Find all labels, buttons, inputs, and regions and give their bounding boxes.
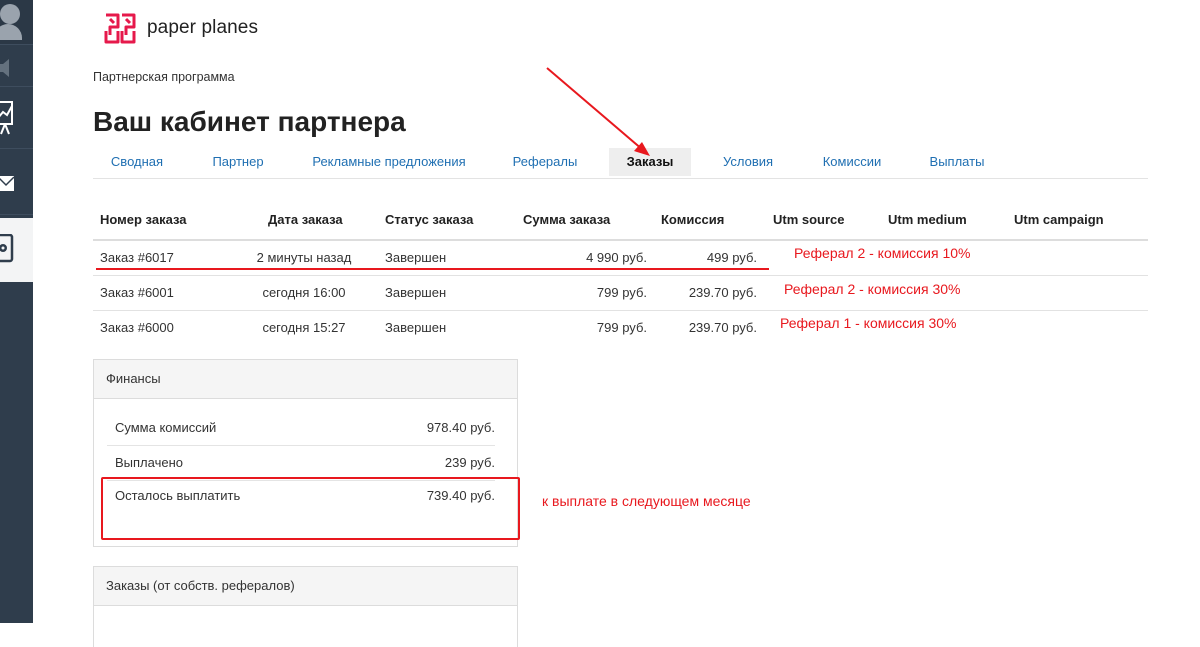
table-row[interactable]: Заказ #6000 сегодня 15:27 Завершен 799 р… [93,311,1148,345]
tab-terms[interactable]: Условия [711,148,785,176]
column-header-utm-medium[interactable]: Utm medium [888,212,967,227]
order-number: Заказ #6001 [100,285,174,300]
column-header-utm-campaign[interactable]: Utm campaign [1014,212,1104,227]
paper-planes-logo-icon [104,13,136,44]
finance-value: 978.40 руб. [426,420,495,435]
finance-value: 239 руб. [444,455,495,470]
breadcrumb[interactable]: Партнерская программа [93,70,235,84]
annotation-note-row-2: Реферал 2 - комиссия 30% [784,281,961,297]
referral-orders-panel: Заказы (от собств. рефералов) [93,566,518,647]
brand-logo[interactable]: paper planes [103,10,258,46]
column-header-number[interactable]: Номер заказа [100,212,187,227]
annotation-arrow [546,67,650,156]
finance-panel-title: Финансы [94,360,517,399]
sidebar-item-sound[interactable] [0,56,33,80]
annotation-highlight-box [101,477,520,540]
tab-summary[interactable]: Сводная [93,148,181,176]
order-number: Заказ #6017 [100,250,174,265]
partner-settings-icon [0,234,14,263]
table-row[interactable]: Заказ #6017 2 минуты назад Завершен 4 99… [93,241,1148,276]
column-header-utm-source[interactable]: Utm source [773,212,845,227]
column-header-commission[interactable]: Комиссия [661,212,724,227]
column-header-status[interactable]: Статус заказа [385,212,473,227]
table-row[interactable]: Заказ #6001 сегодня 16:00 Завершен 799 р… [93,276,1148,311]
order-commission: 239.70 руб. [688,285,757,300]
finance-row-paid: Выплачено 239 руб. [107,446,495,481]
sidebar-item-partner[interactable] [0,218,33,282]
tab-commissions[interactable]: Комиссии [808,148,896,176]
sidebar-divider [0,44,33,45]
envelope-icon [0,176,15,191]
annotation-note-row-3: Реферал 1 - комиссия 30% [780,315,957,331]
order-sum: 799 руб. [596,320,647,335]
finance-label: Выплачено [115,455,183,470]
avatar-body [0,24,22,40]
tab-payouts[interactable]: Выплаты [917,148,997,176]
app-sidebar [0,0,33,623]
annotation-payout-note: к выплате в следующем месяце [542,493,751,509]
sidebar-item-stats[interactable] [0,92,33,140]
order-sum: 799 руб. [596,285,647,300]
tab-partner[interactable]: Партнер [199,148,277,176]
order-date: сегодня 15:27 [262,320,346,335]
column-header-date[interactable]: Дата заказа [268,212,343,227]
chart-board-icon [0,101,13,135]
annotation-underline [96,268,769,270]
order-date: 2 минуты назад [256,250,352,265]
order-status: Завершен [385,285,447,300]
order-number: Заказ #6000 [100,320,174,335]
page-title: Ваш кабинет партнера [93,106,406,137]
finance-label: Сумма комиссий [115,420,217,435]
order-sum: 4 990 руб. [586,250,647,265]
tab-ad-offers[interactable]: Рекламные предложения [299,148,479,176]
order-commission: 499 руб. [706,250,757,265]
orders-table: Номер заказа Дата заказа Статус заказа С… [93,203,1148,345]
order-commission: 239.70 руб. [688,320,757,335]
sidebar-divider [0,214,33,215]
sidebar-item-messages[interactable] [0,160,33,210]
finance-row-total-commissions: Сумма комиссий 978.40 руб. [107,411,495,446]
order-status: Завершен [385,320,447,335]
avatar-head [0,4,20,24]
referral-orders-panel-title: Заказы (от собств. рефералов) [94,567,517,606]
user-avatar[interactable] [0,0,33,44]
column-header-sum[interactable]: Сумма заказа [523,212,610,227]
order-date: сегодня 16:00 [262,285,346,300]
order-status: Завершен [385,250,447,265]
brand-name: paper planes [147,17,259,38]
sidebar-divider [0,86,33,87]
annotation-note-row-1: Реферал 2 - комиссия 10% [794,245,971,261]
sidebar-divider [0,148,33,149]
speaker-icon [0,59,9,77]
table-header: Номер заказа Дата заказа Статус заказа С… [93,203,1148,241]
